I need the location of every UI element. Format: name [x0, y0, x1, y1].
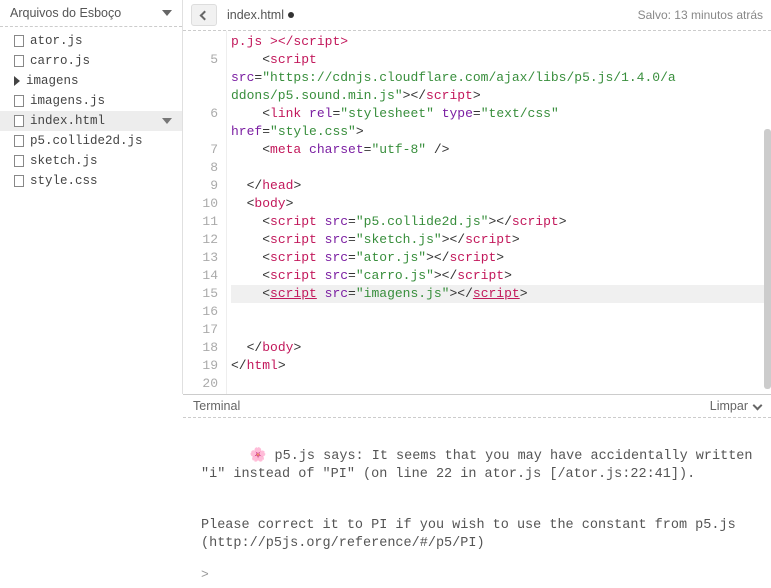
editor: index.html Salvo: 13 minutos atrás 56789… — [183, 0, 771, 394]
file-label: carro.js — [30, 54, 90, 68]
file-label: imagens — [26, 74, 79, 88]
file-icon — [14, 175, 24, 187]
file-label: sketch.js — [30, 154, 98, 168]
file-label: p5.collide2d.js — [30, 134, 143, 148]
file-item[interactable]: index.html — [0, 111, 182, 131]
chevron-down-icon — [753, 400, 763, 410]
file-item[interactable]: ator.js — [0, 31, 182, 51]
line-gutter: 567891011121314151617181920 — [183, 31, 227, 394]
file-label: style.css — [30, 174, 98, 188]
terminal-title: Terminal — [193, 399, 240, 413]
scrollbar[interactable] — [764, 129, 771, 389]
file-icon — [14, 115, 24, 127]
chevron-down-icon — [162, 10, 172, 16]
file-item[interactable]: style.css — [0, 171, 182, 191]
terminal-header: Terminal Limpar — [183, 395, 771, 418]
tab-label: index.html — [227, 8, 284, 22]
file-item[interactable]: p5.collide2d.js — [0, 131, 182, 151]
terminal-message: 🌸 p5.js says: It seems that you may have… — [201, 430, 753, 503]
back-button[interactable] — [191, 4, 217, 26]
terminal: Terminal Limpar 🌸 p5.js says: It seems t… — [183, 394, 771, 588]
file-item[interactable]: sketch.js — [0, 151, 182, 171]
tab[interactable]: index.html — [227, 8, 294, 22]
clear-button[interactable]: Limpar — [710, 399, 761, 413]
saved-status: Salvo: 13 minutos atrás — [638, 8, 763, 22]
file-label: index.html — [30, 114, 105, 128]
folder-icon — [14, 76, 20, 86]
file-icon — [14, 55, 24, 67]
file-icon — [14, 35, 24, 47]
terminal-message: Please correct it to PI if you wish to u… — [201, 517, 753, 553]
file-label: imagens.js — [30, 94, 105, 108]
file-icon — [14, 135, 24, 147]
sidebar-header[interactable]: Arquivos do Esboço — [0, 0, 182, 27]
flower-icon: 🌸 — [250, 448, 267, 466]
file-list: ator.js carro.js imagens imagens.js index.ht… — [0, 27, 182, 195]
file-item[interactable]: imagens.js — [0, 91, 182, 111]
folder-item[interactable]: imagens — [0, 71, 182, 91]
modified-dot-icon — [288, 12, 294, 18]
editor-header: index.html Salvo: 13 minutos atrás — [183, 0, 771, 31]
file-label: ator.js — [30, 34, 83, 48]
terminal-prompt[interactable]: > — [183, 565, 771, 588]
file-item[interactable]: carro.js — [0, 51, 182, 71]
sidebar: Arquivos do Esboço ator.js carro.js imagen… — [0, 0, 183, 394]
chevron-left-icon — [199, 10, 209, 20]
chevron-down-icon — [162, 118, 172, 124]
code-area[interactable]: 567891011121314151617181920 p.js ></scri… — [183, 31, 771, 394]
file-icon — [14, 95, 24, 107]
terminal-body[interactable]: 🌸 p5.js says: It seems that you may have… — [183, 418, 771, 565]
code-content[interactable]: p.js ></script> <scriptsrc="https://cdnj… — [227, 31, 771, 394]
sidebar-title: Arquivos do Esboço — [10, 6, 156, 20]
file-icon — [14, 155, 24, 167]
clear-label: Limpar — [710, 399, 748, 413]
